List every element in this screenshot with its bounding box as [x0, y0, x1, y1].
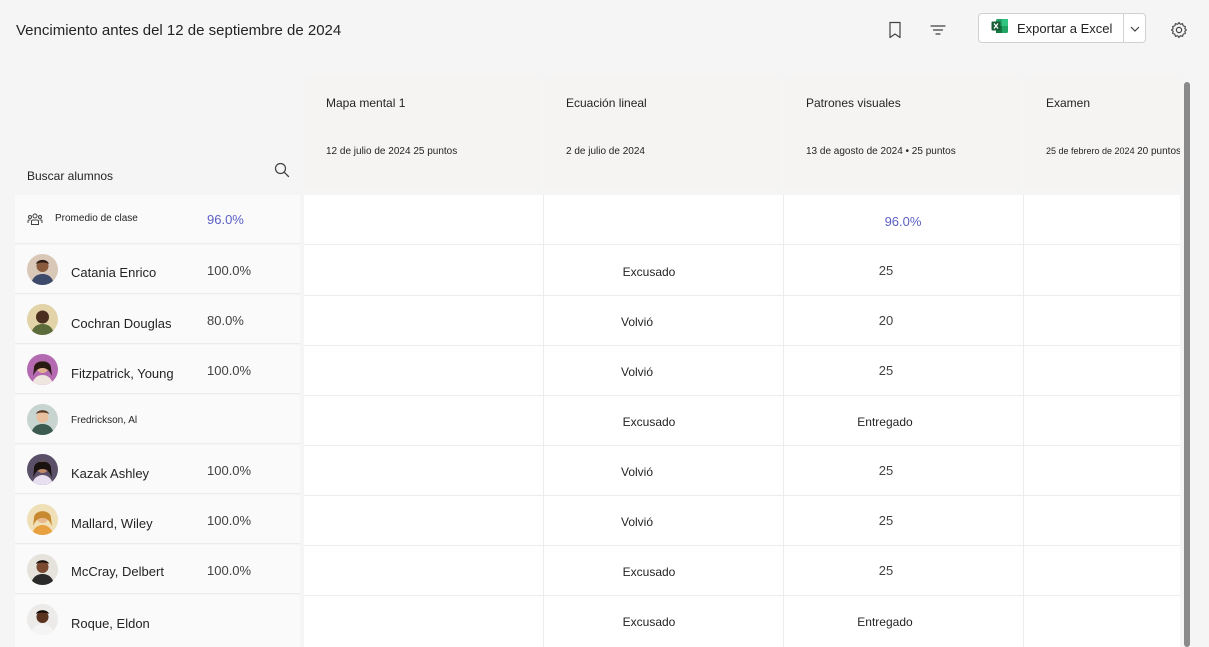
chevron-down-icon	[1130, 19, 1140, 37]
export-to-excel-button[interactable]: Exportar a Excel	[979, 14, 1123, 42]
grade-cell[interactable]: Excusado	[579, 565, 719, 579]
column-divider	[1023, 195, 1024, 647]
assignment-header-1[interactable]: Ecuación lineal 2 de julio de 2024	[545, 76, 781, 190]
student-percentage: 80.0%	[207, 313, 244, 328]
student-row[interactable]: McCray, Delbert 100.0%	[15, 545, 300, 594]
student-row[interactable]: Roque, Eldon	[15, 595, 300, 647]
assignment-meta: 25 de febrero de 2024 20 puntos	[1046, 146, 1180, 157]
assignment-name: Patrones visuales	[806, 96, 901, 110]
avatar	[27, 354, 58, 385]
row-divider	[304, 295, 1180, 296]
student-row[interactable]: Catania Enrico 100.0%	[15, 245, 300, 294]
export-to-excel-split-button: Exportar a Excel	[978, 13, 1146, 43]
gear-icon[interactable]	[1167, 18, 1191, 42]
bookmark-icon[interactable]	[883, 18, 907, 42]
grade-cell[interactable]: Excusado	[579, 615, 719, 629]
assignment-name: Examen	[1046, 96, 1091, 110]
grade-cell[interactable]: Entregado	[815, 615, 955, 629]
student-name: Cochran Douglas	[71, 316, 172, 331]
grade-cell[interactable]: 25	[816, 563, 956, 578]
grade-cell[interactable]: 25	[816, 463, 956, 478]
student-row[interactable]: Fitzpatrick, Young 100.0%	[15, 345, 300, 394]
grade-cell[interactable]: Volvió	[567, 515, 707, 529]
class-average-value: 96.0%	[207, 212, 244, 227]
row-divider	[304, 495, 1180, 496]
assignment-meta: 2 de julio de 2024	[566, 146, 645, 157]
page-title: Vencimiento antes del 12 de septiembre d…	[16, 22, 342, 39]
student-name: Catania Enrico	[71, 265, 157, 280]
student-row[interactable]: Cochran Douglas 80.0%	[15, 295, 300, 344]
grade-cell[interactable]: 20	[816, 313, 956, 328]
avatar	[27, 604, 58, 635]
student-percentage: 100.0%	[207, 513, 252, 528]
search-icon[interactable]	[274, 162, 290, 183]
grade-cell[interactable]: Excusado	[579, 265, 719, 279]
student-row[interactable]: Fredrickson, Al	[15, 395, 300, 444]
student-row[interactable]: Kazak Ashley 100.0%	[15, 445, 300, 494]
avatar	[27, 304, 58, 335]
export-label: Exportar a Excel	[1017, 20, 1113, 36]
row-divider	[304, 545, 1180, 546]
grade-cell[interactable]: Entregado	[815, 415, 955, 429]
student-percentage: 100.0%	[207, 463, 252, 478]
column-divider	[543, 195, 544, 647]
row-divider	[304, 595, 1180, 596]
row-divider	[304, 395, 1180, 396]
student-row[interactable]: Mallard, Wiley 100.0%	[15, 495, 300, 544]
row-divider	[304, 345, 1180, 346]
student-name: Roque, Eldon	[71, 616, 150, 631]
row-divider	[304, 445, 1180, 446]
student-name: Fitzpatrick, Young	[71, 366, 174, 381]
assignment-name: Mapa mental 1	[326, 96, 406, 110]
assignment-header-3[interactable]: Examen 25 de febrero de 2024 20 puntos	[1025, 76, 1180, 190]
student-search[interactable]: Buscar alumnos	[15, 76, 300, 192]
avatar	[27, 504, 58, 535]
student-name: Kazak Ashley	[71, 466, 150, 481]
grade-cell[interactable]: 25	[816, 263, 956, 278]
avatar	[27, 404, 58, 435]
grade-cell[interactable]: Volvió	[567, 465, 707, 479]
vertical-scrollbar[interactable]	[1184, 82, 1190, 647]
avatar	[27, 554, 58, 585]
assignment-average: 96.0%	[884, 214, 922, 229]
student-percentage: 100.0%	[207, 363, 252, 378]
student-percentage: 100.0%	[207, 263, 252, 278]
grades-grid	[304, 195, 1180, 647]
grade-cell[interactable]: 25	[816, 513, 956, 528]
avatar	[27, 454, 58, 485]
student-name: Fredrickson, Al	[71, 415, 138, 426]
row-divider	[304, 244, 1180, 245]
grade-cell[interactable]: Volvió	[567, 365, 707, 379]
assignment-meta: 12 de julio de 2024 25 puntos	[326, 146, 458, 157]
excel-icon	[991, 18, 1009, 39]
student-name: McCray, Delbert	[71, 564, 164, 579]
assignment-meta: 13 de agosto de 2024 • 25 puntos	[806, 146, 956, 157]
people-group-icon	[27, 212, 43, 231]
assignment-name: Ecuación lineal	[566, 96, 647, 110]
grade-cell[interactable]: 25	[816, 363, 956, 378]
avatar	[27, 254, 58, 285]
student-name: Mallard, Wiley	[71, 516, 153, 531]
search-label: Buscar alumnos	[27, 169, 114, 183]
column-divider	[783, 195, 784, 647]
student-percentage: 100.0%	[207, 563, 252, 578]
assignment-header-0[interactable]: Mapa mental 1 12 de julio de 2024 25 pun…	[305, 76, 541, 190]
grade-cell[interactable]: Excusado	[579, 415, 719, 429]
grade-cell[interactable]: Volvió	[567, 315, 707, 329]
class-average-row: Promedio de clase 96.0%	[15, 195, 300, 244]
filter-icon[interactable]	[926, 18, 950, 42]
assignment-header-2[interactable]: Patrones visuales 13 de agosto de 2024 •…	[785, 76, 1021, 190]
export-options-dropdown[interactable]	[1124, 14, 1145, 42]
class-average-label: Promedio de clase	[55, 213, 138, 224]
